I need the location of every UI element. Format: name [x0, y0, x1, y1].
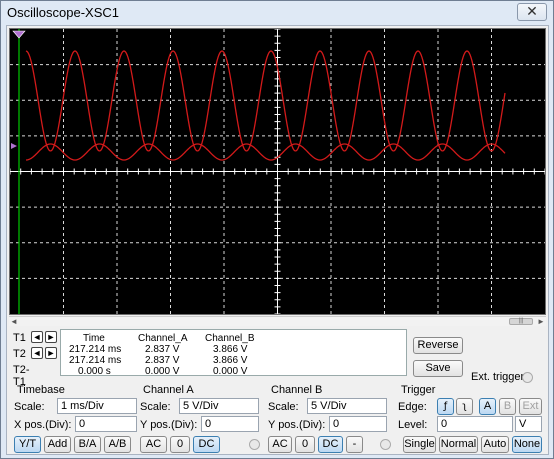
- t1-left-button[interactable]: ◄: [31, 331, 43, 343]
- channel-a-terminal[interactable]: [249, 439, 260, 450]
- channel-b-scale-label: Scale:: [268, 401, 299, 413]
- trigger-none-button[interactable]: None: [512, 436, 542, 453]
- readout-header-time: Time: [83, 333, 105, 344]
- trigger-single-button[interactable]: Single: [403, 436, 436, 453]
- t2-right-button[interactable]: ►: [45, 347, 57, 359]
- oscilloscope-window: Oscilloscope-XSC1 ✕ ◄ ||| ► T1 ◄ ► T2 ◄ …: [0, 0, 554, 459]
- ba-mode-button[interactable]: B/A: [74, 436, 101, 453]
- channel-b-dc-button[interactable]: DC: [318, 436, 343, 453]
- ab-mode-button[interactable]: A/B: [104, 436, 131, 453]
- ytmode-button[interactable]: Y/T: [14, 436, 41, 453]
- trigger-falling-edge-button[interactable]: ʅ: [456, 398, 473, 415]
- trigger-source-ext-button[interactable]: Ext: [519, 398, 542, 415]
- channel-a-scale-label: Scale:: [140, 401, 171, 413]
- ext-trigger-label: Ext. trigger: [471, 371, 525, 383]
- arrow-left-icon: ◄: [32, 332, 42, 342]
- timebase-xpos-label: X pos.(Div):: [14, 419, 72, 431]
- title-bar: Oscilloscope-XSC1 ✕: [1, 1, 553, 25]
- scroll-left-arrow-icon[interactable]: ◄: [9, 317, 19, 326]
- timebase-xpos-field[interactable]: 0: [75, 416, 137, 432]
- trigger-level-unit[interactable]: V: [515, 416, 542, 432]
- t1-right-button[interactable]: ►: [45, 331, 57, 343]
- readout-cell: 2.837 V: [145, 344, 180, 355]
- channel-b-zero-button[interactable]: 0: [295, 436, 315, 453]
- readout-cell: 3.866 V: [213, 355, 248, 366]
- reverse-button[interactable]: Reverse: [413, 337, 463, 354]
- readout-cell: 0.000 s: [78, 366, 111, 377]
- cursor-label-t1: T1: [13, 332, 26, 344]
- readout-cell: 2.837 V: [145, 355, 180, 366]
- arrow-right-icon: ►: [46, 348, 56, 358]
- channel-b-scale-field[interactable]: 5 V/Div: [307, 398, 387, 414]
- channel-b-terminal[interactable]: [380, 439, 391, 450]
- close-icon: ✕: [526, 3, 538, 19]
- channel-a-ypos-label: Y pos.(Div):: [140, 419, 198, 431]
- readout-header-channel-a: Channel_A: [138, 333, 188, 344]
- client-area: ◄ ||| ► T1 ◄ ► T2 ◄ ► T2-T1 Time Channel…: [6, 25, 549, 455]
- timebase-title: Timebase: [17, 384, 65, 396]
- trigger-level-field[interactable]: 0: [437, 416, 513, 432]
- readout-cell: 3.866 V: [213, 344, 248, 355]
- channel-b-ypos-label: Y pos.(Div):: [268, 419, 326, 431]
- scope-display: [9, 28, 546, 315]
- timebase-scale-label: Scale:: [14, 401, 45, 413]
- arrow-right-icon: ►: [46, 332, 56, 342]
- channel-a-title: Channel A: [143, 384, 194, 396]
- readout-cell: 217.214 ms: [69, 344, 122, 355]
- add-mode-button[interactable]: Add: [44, 436, 71, 453]
- trigger-source-b-button[interactable]: B: [499, 398, 516, 415]
- channel-b-ac-button[interactable]: AC: [268, 436, 292, 453]
- save-button[interactable]: Save: [413, 360, 463, 377]
- window-title: Oscilloscope-XSC1: [7, 5, 119, 20]
- trigger-source-a-button[interactable]: A: [479, 398, 496, 415]
- channel-a-scale-field[interactable]: 5 V/Div: [179, 398, 259, 414]
- falling-edge-icon: ʅ: [462, 401, 467, 412]
- scroll-right-arrow-icon[interactable]: ►: [536, 317, 546, 326]
- readout-cell: 0.000 V: [145, 366, 180, 377]
- channel-a-ac-button[interactable]: AC: [140, 436, 167, 453]
- scope-svg: [10, 29, 545, 314]
- trigger-title: Trigger: [401, 384, 436, 396]
- t2-left-button[interactable]: ◄: [31, 347, 43, 359]
- arrow-left-icon: ◄: [32, 348, 42, 358]
- channel-b-title: Channel B: [271, 384, 323, 396]
- rising-edge-icon: ƒ: [443, 401, 448, 412]
- trigger-edge-label: Edge:: [398, 401, 427, 413]
- trigger-rising-edge-button[interactable]: ƒ: [437, 398, 454, 415]
- readout-header-channel-b: Channel_B: [205, 333, 255, 344]
- channel-a-dc-button[interactable]: DC: [193, 436, 220, 453]
- trigger-level-label: Level:: [398, 419, 428, 431]
- channel-a-zero-button[interactable]: 0: [170, 436, 190, 453]
- channel-b-ypos-field[interactable]: 0: [329, 416, 387, 432]
- trigger-auto-button[interactable]: Auto: [481, 436, 509, 453]
- readout-cell: 217.214 ms: [69, 355, 122, 366]
- channel-a-ypos-field[interactable]: 0: [201, 416, 259, 432]
- scroll-thumb[interactable]: |||: [509, 318, 533, 325]
- ext-trigger-terminal[interactable]: [522, 372, 533, 383]
- readout-cell: 0.000 V: [213, 366, 248, 377]
- close-button[interactable]: ✕: [517, 3, 547, 21]
- channel-b-invert-button[interactable]: -: [346, 436, 363, 453]
- cursor-label-t2: T2: [13, 348, 26, 360]
- measurement-readout: Time Channel_A Channel_B 217.214 ms 2.83…: [60, 329, 407, 377]
- horizontal-scrollbar[interactable]: ◄ ||| ►: [9, 316, 546, 326]
- timebase-scale-field[interactable]: 1 ms/Div: [57, 398, 137, 414]
- trigger-normal-button[interactable]: Normal: [439, 436, 478, 453]
